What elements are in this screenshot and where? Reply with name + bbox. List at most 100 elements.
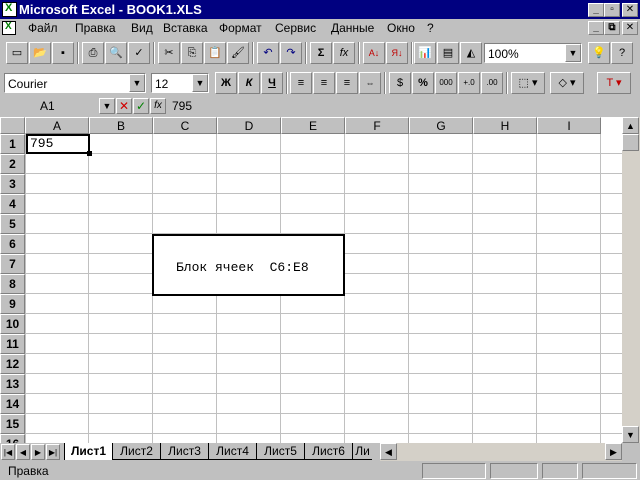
chevron-down-icon[interactable]: ▼ xyxy=(129,74,145,92)
menu-help[interactable]: ? xyxy=(427,21,434,35)
menu-insert[interactable]: Вставка xyxy=(163,21,208,35)
menu-file[interactable]: Файл xyxy=(28,21,58,35)
sheet-tab-5[interactable]: Лист5 xyxy=(256,443,304,460)
redo-icon[interactable]: ↷ xyxy=(280,42,302,64)
decrease-decimal-icon[interactable]: .00 xyxy=(481,72,503,94)
drawing-icon[interactable]: ◭ xyxy=(460,42,482,64)
sort-descending-icon[interactable]: Я↓ xyxy=(386,42,408,64)
scroll-left-icon[interactable]: ◀ xyxy=(380,443,397,460)
function-wizard-icon[interactable]: fx xyxy=(333,42,355,64)
bold-button[interactable]: Ж xyxy=(215,72,237,94)
paste-icon[interactable]: 📋 xyxy=(204,42,226,64)
align-left-icon[interactable]: ≡ xyxy=(290,72,312,94)
zoom-combo[interactable]: 100% ▼ xyxy=(484,43,582,63)
sheet-tab-3[interactable]: Лист3 xyxy=(160,443,208,460)
scroll-right-icon[interactable]: ▶ xyxy=(605,443,622,460)
column-header-i[interactable]: I xyxy=(537,117,601,134)
close-button[interactable]: ✕ xyxy=(622,3,638,17)
column-header-a[interactable]: A xyxy=(25,117,89,134)
row-header-11[interactable]: 11 xyxy=(0,334,25,354)
fill-handle[interactable] xyxy=(87,151,92,156)
column-header-f[interactable]: F xyxy=(345,117,409,134)
menu-view[interactable]: Вид xyxy=(131,21,153,35)
function-icon[interactable]: fx xyxy=(150,98,166,114)
undo-icon[interactable]: ↶ xyxy=(257,42,279,64)
row-header-9[interactable]: 9 xyxy=(0,294,25,314)
format-painter-icon[interactable]: 🖌 xyxy=(227,42,249,64)
font-size-combo[interactable]: 12 ▼ xyxy=(151,73,209,93)
font-color-icon[interactable]: T ▾ xyxy=(597,72,631,94)
doc-restore-button[interactable]: ⧉ xyxy=(604,21,620,35)
cut-icon[interactable]: ✂ xyxy=(158,42,180,64)
chevron-down-icon[interactable]: ▼ xyxy=(99,98,115,114)
doc-minimize-button[interactable]: _ xyxy=(588,21,604,35)
minimize-button[interactable]: _ xyxy=(588,3,604,17)
row-header-5[interactable]: 5 xyxy=(0,214,25,234)
row-header-2[interactable]: 2 xyxy=(0,154,25,174)
sheet-tab-6[interactable]: Лист6 xyxy=(304,443,352,460)
cancel-entry-icon[interactable]: ✕ xyxy=(116,98,132,114)
print-preview-icon[interactable]: 🔍 xyxy=(105,42,127,64)
vertical-scrollbar[interactable]: ▲ ▼ xyxy=(622,117,640,443)
save-icon[interactable]: ▪ xyxy=(52,42,74,64)
scroll-thumb[interactable] xyxy=(622,134,639,151)
currency-icon[interactable]: $ xyxy=(389,72,411,94)
open-icon[interactable]: 📂 xyxy=(29,42,51,64)
name-box[interactable]: A1 xyxy=(0,97,97,115)
row-header-8[interactable]: 8 xyxy=(0,274,25,294)
column-header-c[interactable]: C xyxy=(153,117,217,134)
first-sheet-icon[interactable]: |◀ xyxy=(1,444,15,460)
sheet-tab-4[interactable]: Лист4 xyxy=(208,443,256,460)
menu-data[interactable]: Данные xyxy=(331,21,374,35)
sort-ascending-icon[interactable]: A↓ xyxy=(363,42,385,64)
column-header-b[interactable]: B xyxy=(89,117,153,134)
row-header-3[interactable]: 3 xyxy=(0,174,25,194)
prev-sheet-icon[interactable]: ◀ xyxy=(16,444,30,460)
row-header-4[interactable]: 4 xyxy=(0,194,25,214)
document-icon[interactable] xyxy=(2,21,16,35)
percent-button[interactable]: % xyxy=(412,72,434,94)
cell-block-c6-e8[interactable]: Блок ячеек C6:E8 xyxy=(152,234,345,296)
scroll-down-icon[interactable]: ▼ xyxy=(622,426,639,443)
title-bar[interactable]: Microsoft Excel - BOOK1.XLS _ ▫ ✕ xyxy=(0,0,640,19)
row-header-10[interactable]: 10 xyxy=(0,314,25,334)
column-header-d[interactable]: D xyxy=(217,117,281,134)
row-header-14[interactable]: 14 xyxy=(0,394,25,414)
menu-edit[interactable]: Правка xyxy=(75,21,116,35)
borders-icon[interactable]: ⬚ ▾ xyxy=(511,72,545,94)
confirm-entry-icon[interactable]: ✓ xyxy=(133,98,149,114)
underline-button[interactable]: Ч xyxy=(261,72,283,94)
row-header-13[interactable]: 13 xyxy=(0,374,25,394)
doc-close-button[interactable]: ✕ xyxy=(622,21,638,35)
row-header-6[interactable]: 6 xyxy=(0,234,25,254)
thousands-button[interactable]: 000 xyxy=(435,72,457,94)
formula-input[interactable]: 795 xyxy=(172,99,192,113)
row-header-1[interactable]: 1 xyxy=(0,134,25,154)
row-header-16[interactable]: 16 xyxy=(0,434,25,443)
sheet-tab-1[interactable]: Лист1 xyxy=(64,443,112,460)
align-center-icon[interactable]: ≡ xyxy=(313,72,335,94)
select-all-button[interactable] xyxy=(0,117,25,134)
autosum-icon[interactable]: Σ xyxy=(310,42,332,64)
horizontal-scrollbar[interactable]: ◀ ▶ xyxy=(380,443,622,461)
row-header-12[interactable]: 12 xyxy=(0,354,25,374)
row-header-15[interactable]: 15 xyxy=(0,414,25,434)
scroll-up-icon[interactable]: ▲ xyxy=(622,117,639,134)
help-icon[interactable]: ? xyxy=(611,42,633,64)
menu-format[interactable]: Формат xyxy=(219,21,262,35)
print-icon[interactable]: ⎙ xyxy=(82,42,104,64)
text-box-icon[interactable]: ▤ xyxy=(437,42,459,64)
font-name-combo[interactable]: Courier ▼ xyxy=(4,73,146,93)
sheet-tab-2[interactable]: Лист2 xyxy=(112,443,160,460)
next-sheet-icon[interactable]: ▶ xyxy=(31,444,45,460)
excel-app-icon[interactable] xyxy=(2,2,17,17)
row-header-7[interactable]: 7 xyxy=(0,254,25,274)
column-header-e[interactable]: E xyxy=(281,117,345,134)
increase-decimal-icon[interactable]: +.0 xyxy=(458,72,480,94)
menu-tools[interactable]: Сервис xyxy=(275,21,316,35)
last-sheet-icon[interactable]: ▶| xyxy=(46,444,60,460)
new-icon[interactable]: ▭ xyxy=(6,42,28,64)
chevron-down-icon[interactable]: ▼ xyxy=(192,74,208,92)
merge-center-icon[interactable]: ⇔ xyxy=(359,72,381,94)
fill-color-icon[interactable]: ◇ ▾ xyxy=(550,72,584,94)
